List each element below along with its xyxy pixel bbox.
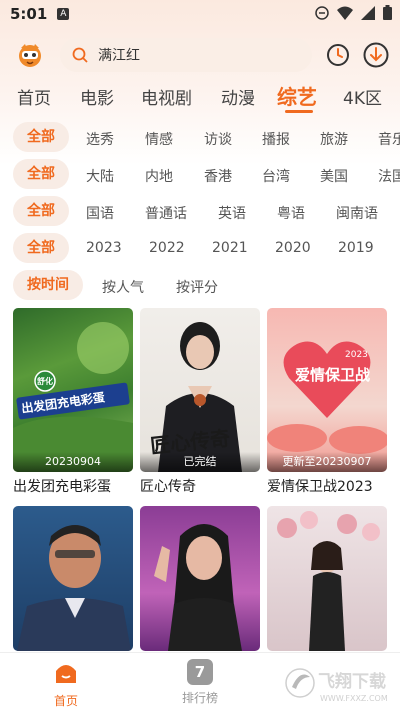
poster-art — [13, 322, 133, 472]
filter-row-region: 全部 大陆 内地 香港 台湾 美国 法国 — [0, 159, 400, 189]
show-title[interactable]: 匠心传奇 — [140, 476, 270, 496]
filter-chip[interactable]: 台湾 — [262, 166, 290, 186]
filter-chip[interactable]: 音乐 — [378, 129, 400, 149]
filter-chip[interactable]: 选秀 — [86, 129, 114, 149]
search-query: 满江红 — [98, 48, 140, 64]
filter-chip[interactable]: 普通话 — [145, 203, 187, 223]
show-poster[interactable]: 爱情保卫战 2023 更新至20230907 — [267, 308, 387, 472]
sort-chip[interactable]: 按时间 — [13, 270, 83, 300]
show-poster[interactable] — [267, 506, 387, 651]
filter-chip[interactable]: 2023 — [86, 240, 122, 256]
poster-art — [277, 511, 380, 651]
filter-chip[interactable]: 全部 — [13, 233, 69, 263]
poster-art — [154, 524, 242, 651]
show-poster[interactable] — [140, 506, 260, 651]
home-icon — [56, 665, 76, 683]
history-clock-icon[interactable] — [326, 43, 350, 67]
dnd-icon — [315, 5, 329, 20]
show-poster[interactable] — [13, 506, 133, 651]
episode-badge: 已完结 — [140, 452, 260, 472]
episode-badge: 更新至20230907 — [267, 452, 387, 472]
filter-chip[interactable]: 粤语 — [277, 203, 305, 223]
notification-icon: A — [57, 8, 70, 20]
nav-ranking-label: 排行榜 — [181, 691, 218, 705]
filter-chip[interactable]: 闽南语 — [336, 203, 378, 223]
status-time: 5:01 — [10, 5, 48, 23]
tab-anime[interactable]: 动漫 — [221, 84, 255, 109]
episode-badge: 20230904 — [13, 452, 133, 472]
ranking-icon-number: 7 — [194, 663, 206, 681]
sort-chip[interactable]: 按人气 — [102, 277, 144, 297]
filter-chip[interactable]: 美国 — [320, 166, 348, 186]
filter-chip[interactable]: 大陆 — [86, 166, 114, 186]
filter-chip[interactable]: 情感 — [145, 129, 173, 149]
filter-chip[interactable]: 全部 — [13, 196, 69, 226]
signal-icon — [361, 5, 375, 20]
watermark-url: WWW.FXXZ.COM — [320, 694, 388, 703]
nav-home-label: 首页 — [53, 694, 78, 708]
filter-chip[interactable]: 全部 — [13, 159, 69, 189]
filter-row-sort: 按时间 按人气 按评分 — [0, 270, 400, 300]
filter-chip[interactable]: 香港 — [204, 166, 232, 186]
show-title[interactable]: 出发团充电彩蛋 — [13, 476, 143, 496]
filter-row-type: 全部 选秀 情感 访谈 播报 旅游 音乐 — [0, 122, 400, 152]
filter-chip[interactable]: 2019 — [338, 240, 374, 256]
poster-art — [267, 341, 387, 454]
show-poster[interactable]: 匠心传奇 已完结 — [140, 308, 260, 472]
filter-chip[interactable]: 2022 — [149, 240, 185, 256]
filter-row-year: 全部 2023 2022 2021 2020 2019 — [0, 233, 400, 263]
filter-chip[interactable]: 国语 — [86, 203, 114, 223]
nav-home[interactable]: 首页 — [36, 659, 96, 709]
search-input[interactable]: 满江红 — [60, 38, 312, 72]
search-icon — [72, 47, 88, 63]
filter-chip[interactable]: 2020 — [275, 240, 311, 256]
filter-chip[interactable]: 法国 — [378, 166, 400, 186]
show-title[interactable]: 爱情保卫战2023 — [267, 476, 397, 496]
filter-chip[interactable]: 全部 — [13, 122, 69, 152]
category-tabs: 首页 电影 电视剧 动漫 综艺 4K区 — [0, 80, 400, 113]
filter-chip[interactable]: 2021 — [212, 240, 248, 256]
poster-corner-text: 舒化 — [37, 377, 53, 386]
tab-4k[interactable]: 4K区 — [343, 84, 382, 109]
poster-art — [17, 525, 131, 651]
tab-variety[interactable]: 综艺 — [277, 81, 317, 110]
ranking-icon: 7 — [187, 659, 213, 685]
poster-corner-text: 2023 — [345, 350, 368, 360]
filter-chip[interactable]: 播报 — [262, 129, 290, 149]
tab-movies[interactable]: 电影 — [80, 84, 114, 109]
watermark-text: 飞翔下载 — [318, 671, 386, 692]
status-bar: 5:01 A — [0, 0, 400, 28]
battery-icon — [383, 5, 392, 20]
filter-row-language: 全部 国语 普通话 英语 粤语 闽南语 — [0, 196, 400, 226]
filter-chip[interactable]: 内地 — [145, 166, 173, 186]
active-tab-indicator — [285, 110, 313, 113]
filter-chip[interactable]: 访谈 — [204, 129, 232, 149]
show-poster[interactable]: 舒化 出发团充电彩蛋 20230904 — [13, 308, 133, 472]
poster-title-text: 爱情保卫战 — [295, 366, 371, 384]
wifi-icon — [337, 6, 353, 20]
filter-chip[interactable]: 英语 — [218, 203, 246, 223]
search-row: 满江红 — [0, 38, 400, 72]
tab-tv-series[interactable]: 电视剧 — [141, 84, 192, 109]
download-icon[interactable] — [363, 42, 389, 68]
sort-chip[interactable]: 按评分 — [176, 277, 218, 297]
tab-home[interactable]: 首页 — [17, 84, 51, 109]
nav-ranking[interactable]: 7 排行榜 — [170, 659, 230, 706]
app-logo-icon[interactable] — [16, 41, 44, 69]
watermark-logo: 飞翔下载 WWW.FXXZ.COM — [285, 668, 388, 703]
filter-chip[interactable]: 旅游 — [320, 129, 348, 149]
